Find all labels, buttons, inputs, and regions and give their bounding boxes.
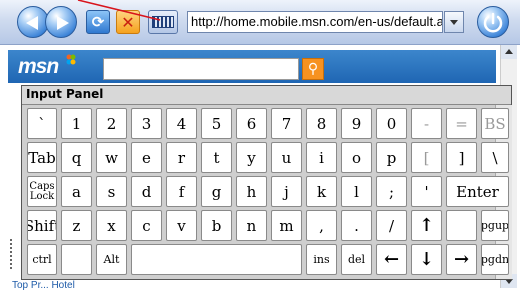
key-tab[interactable]: Tab [27, 142, 57, 173]
key-apostrophe[interactable]: ' [411, 176, 442, 207]
input-panel: Input Panel ` 1 2 3 4 5 6 7 8 9 0 - = BS… [21, 85, 512, 280]
key-equals[interactable]: = [446, 108, 477, 139]
key-l[interactable]: l [341, 176, 372, 207]
key-2[interactable]: 2 [96, 108, 127, 139]
key-0[interactable]: 0 [376, 108, 407, 139]
address-bar[interactable]: http://home.mobile.msn.com/en-us/default… [187, 11, 443, 33]
key-p[interactable]: p [376, 142, 407, 173]
key-b[interactable]: b [201, 210, 232, 241]
key-up-arrow[interactable]: ↑ [411, 210, 442, 241]
key-j[interactable]: j [271, 176, 302, 207]
key-page-up[interactable]: pgup [481, 210, 509, 241]
key-semicolon[interactable]: ; [376, 176, 407, 207]
key-t[interactable]: t [201, 142, 232, 173]
key-space[interactable] [131, 244, 302, 275]
key-minus[interactable]: - [411, 108, 442, 139]
key-blank[interactable] [61, 244, 92, 275]
key-f[interactable]: f [166, 176, 197, 207]
input-panel-title: Input Panel [26, 87, 104, 101]
annotation-pointer-line [77, 0, 161, 21]
key-w[interactable]: w [96, 142, 127, 173]
msn-logo[interactable]: msn [18, 55, 59, 79]
key-o[interactable]: o [341, 142, 372, 173]
key-6[interactable]: 6 [236, 108, 267, 139]
key-y[interactable]: y [236, 142, 267, 173]
scroll-up-button[interactable] [501, 45, 517, 59]
address-dropdown-button[interactable] [444, 11, 464, 33]
key-9[interactable]: 9 [341, 108, 372, 139]
msn-search-button[interactable]: ⚲ [302, 58, 324, 80]
key-page-down[interactable]: pgdn [481, 244, 509, 275]
scroll-up-icon [505, 49, 513, 54]
browser-toolbar: ⟳ ✕ http://home.mobile.msn.com/en-us/def… [0, 0, 520, 45]
key-u[interactable]: u [271, 142, 302, 173]
key-delete[interactable]: del [341, 244, 372, 275]
page-dots-decoration [10, 239, 16, 269]
key-s[interactable]: s [96, 176, 127, 207]
key-4[interactable]: 4 [166, 108, 197, 139]
key-1[interactable]: 1 [61, 108, 92, 139]
key-e[interactable]: e [131, 142, 162, 173]
power-icon [483, 12, 503, 33]
key-z[interactable]: z [61, 210, 92, 241]
msn-header: msn ⚲ [8, 50, 496, 83]
page-bottom-link[interactable]: Top Pr... Hotel [12, 280, 75, 291]
key-a[interactable]: a [61, 176, 92, 207]
key-backslash[interactable]: \ [481, 142, 509, 173]
key-5[interactable]: 5 [201, 108, 232, 139]
key-blank[interactable] [446, 210, 477, 241]
key-q[interactable]: q [61, 142, 92, 173]
key-alt[interactable]: Alt [96, 244, 127, 275]
key-left-arrow[interactable]: ← [376, 244, 407, 275]
key-right-arrow[interactable]: → [446, 244, 477, 275]
key-slash[interactable]: / [376, 210, 407, 241]
key-c[interactable]: c [131, 210, 162, 241]
key-backspace[interactable]: BS [481, 108, 509, 139]
search-icon: ⚲ [307, 61, 319, 77]
key-r[interactable]: r [166, 142, 197, 173]
key-h[interactable]: h [236, 176, 267, 207]
key-backtick[interactable]: ` [27, 108, 57, 139]
key-comma[interactable]: , [306, 210, 337, 241]
key-8[interactable]: 8 [306, 108, 337, 139]
key-down-arrow[interactable]: ↓ [411, 244, 442, 275]
key-i[interactable]: i [306, 142, 337, 173]
msn-search-input[interactable] [103, 58, 299, 80]
key-insert[interactable]: ins [306, 244, 337, 275]
key-7[interactable]: 7 [271, 108, 302, 139]
input-panel-titlebar: Input Panel [22, 86, 511, 105]
key-period[interactable]: . [341, 210, 372, 241]
key-left-bracket[interactable]: [ [411, 142, 442, 173]
key-shift[interactable]: Shift [27, 210, 57, 241]
key-caps-lock[interactable]: Caps Lock [27, 176, 57, 207]
key-enter[interactable]: Enter [446, 176, 509, 207]
power-button[interactable] [477, 6, 509, 38]
key-k[interactable]: k [306, 176, 337, 207]
key-m[interactable]: m [271, 210, 302, 241]
msn-butterfly-icon [66, 54, 76, 65]
key-d[interactable]: d [131, 176, 162, 207]
key-right-bracket[interactable]: ] [446, 142, 477, 173]
key-x[interactable]: x [96, 210, 127, 241]
key-n[interactable]: n [236, 210, 267, 241]
key-ctrl[interactable]: ctrl [27, 244, 57, 275]
key-v[interactable]: v [166, 210, 197, 241]
key-3[interactable]: 3 [131, 108, 162, 139]
key-g[interactable]: g [201, 176, 232, 207]
chevron-down-icon [450, 20, 458, 25]
